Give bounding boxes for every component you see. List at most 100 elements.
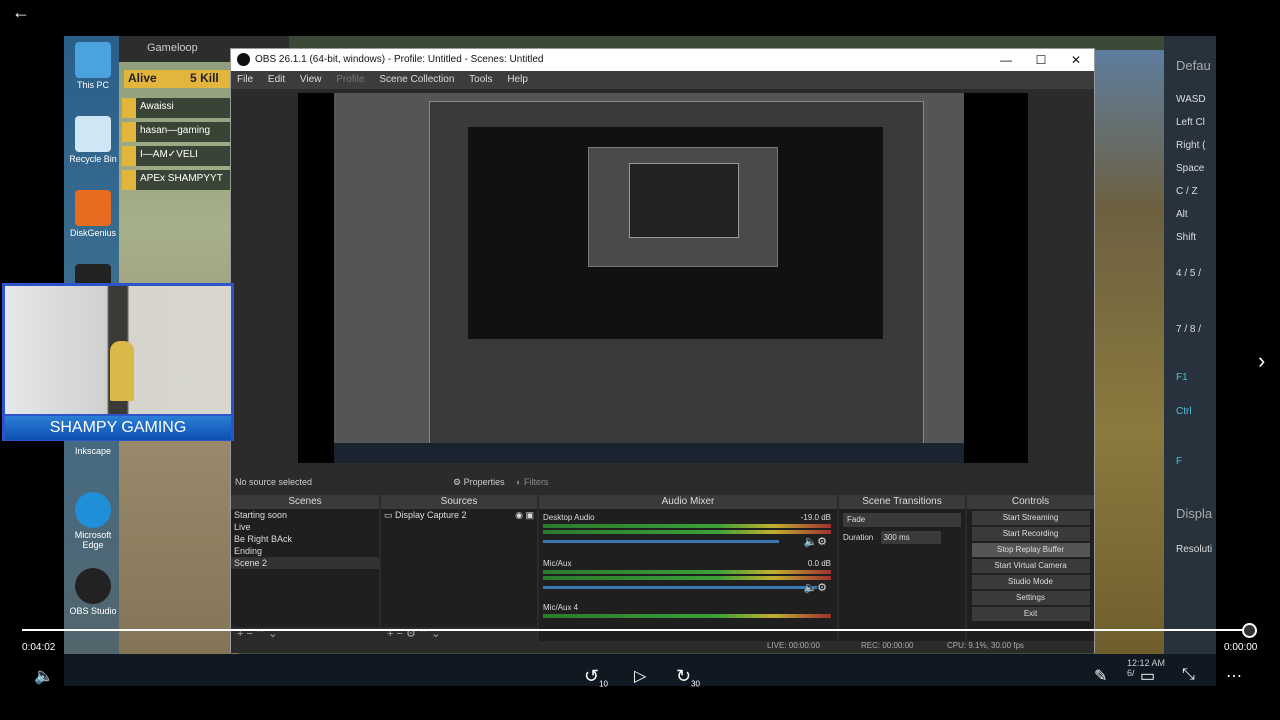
killfeed-item: APEx SHAMPYYT	[122, 170, 230, 190]
scene-item[interactable]: Starting soon	[231, 509, 379, 521]
source-toolbar: No source selected ⚙ Properties ◐ Filter…	[231, 473, 1094, 491]
window-title: OBS 26.1.1 (64-bit, windows) - Profile: …	[255, 54, 544, 65]
current-time: 0:04:02	[22, 642, 56, 653]
back-arrow-icon[interactable]: ←	[12, 2, 32, 22]
mixer-header: Audio Mixer	[539, 495, 837, 509]
monitor-icon: ▭	[384, 510, 393, 520]
studio-mode-button[interactable]: Studio Mode	[971, 575, 1090, 589]
stop-replay-buffer-button[interactable]: Stop Replay Buffer	[971, 543, 1090, 557]
menu-profile[interactable]: Profile	[330, 71, 370, 88]
rewind-icon[interactable]: ↺10	[584, 666, 608, 689]
obs-window: OBS 26.1.1 (64-bit, windows) - Profile: …	[230, 48, 1095, 653]
visibility-eye-icon[interactable]: ◉ ▣	[515, 510, 534, 521]
volume-slider[interactable]	[543, 586, 817, 589]
volume-slider[interactable]	[543, 540, 780, 543]
nested-obs-window-2	[588, 147, 778, 267]
forward-icon[interactable]: ↻30	[676, 666, 700, 689]
duration-row: Duration 300 ms	[843, 531, 961, 544]
filters-button[interactable]: ◐ Filters	[516, 477, 548, 487]
pen-icon[interactable]: ✎	[1094, 666, 1107, 686]
nested-preview	[468, 127, 883, 339]
obs-logo-icon	[237, 53, 250, 66]
close-button[interactable]: ✕	[1061, 51, 1091, 69]
controls-panel: Controls Start Streaming Start Recording…	[967, 495, 1094, 641]
exit-button[interactable]: Exit	[971, 607, 1090, 621]
transition-select[interactable]: Fade	[843, 513, 961, 527]
nested-preview-2	[629, 163, 739, 238]
scenes-header: Scenes	[231, 495, 379, 509]
transitions-header: Scene Transitions	[839, 495, 965, 509]
start-virtual-camera-button[interactable]: Start Virtual Camera	[971, 559, 1090, 573]
obs-studio-icon[interactable]: OBS Studio	[67, 568, 119, 616]
seek-bar[interactable]	[22, 629, 1250, 631]
killfeed-item: hasan—gaming	[122, 122, 230, 142]
menu-tools[interactable]: Tools	[463, 71, 498, 88]
diskgenius-icon[interactable]: DiskGenius	[67, 190, 119, 238]
minimize-button[interactable]: —	[991, 51, 1021, 69]
exit-fullscreen-icon[interactable]: ⤡	[1182, 666, 1195, 684]
mixer-channel: Mic/Aux 4	[543, 603, 831, 618]
properties-button[interactable]: ⚙ Properties	[453, 477, 505, 488]
sources-panel: Sources ▭ Display Capture 2 ◉ ▣ + − ⚙ ⌃ …	[381, 495, 537, 641]
transitions-panel: Scene Transitions Fade Duration 300 ms	[839, 495, 965, 641]
play-icon[interactable]: ▷	[634, 666, 646, 686]
live-status: LIVE: 00:00:00	[767, 641, 820, 650]
more-options-icon[interactable]: ⋯	[1226, 666, 1242, 686]
menu-help[interactable]: Help	[501, 71, 534, 88]
controls-header: Controls	[967, 495, 1094, 509]
menu-bar: File Edit View Profile Scene Collection …	[231, 71, 1094, 89]
captions-icon[interactable]: ▭	[1140, 666, 1155, 686]
mixer-channel: Desktop Audio -19.0 dB 🔈⚙	[543, 513, 831, 548]
audio-mixer-panel: Audio Mixer Desktop Audio -19.0 dB 🔈⚙ Mic…	[539, 495, 837, 641]
keymap-panel: Defau WASD Left Cl Right ( Space C / Z A…	[1164, 36, 1216, 686]
next-chevron-icon[interactable]: ›	[1258, 348, 1265, 374]
person-figure	[110, 341, 134, 401]
obs-title-bar: OBS 26.1.1 (64-bit, windows) - Profile: …	[231, 49, 1094, 71]
killfeed-item: I—AM✓VELI	[122, 146, 230, 166]
menu-scene-collection[interactable]: Scene Collection	[373, 71, 460, 88]
scene-item[interactable]: Live	[231, 521, 379, 533]
speaker-icon[interactable]: 🔈⚙	[803, 535, 827, 548]
seek-progress	[22, 629, 1243, 631]
scene-item[interactable]: Be Right BAck	[231, 533, 379, 545]
game-background-right	[1094, 50, 1164, 686]
menu-file[interactable]: File	[231, 71, 259, 88]
scene-item[interactable]: Ending	[231, 545, 379, 557]
recursive-preview	[334, 93, 964, 463]
status-bar: LIVE: 00:00:00 REC: 00:00:00 CPU: 9.1%, …	[231, 641, 1094, 653]
inkscape-icon[interactable]: Inkscape	[67, 446, 119, 456]
no-source-label: No source selected	[235, 477, 313, 487]
alive-counter: Alive 5 Kill	[124, 70, 234, 88]
preview-canvas[interactable]	[298, 93, 1028, 463]
level-meter	[543, 524, 831, 528]
scenes-panel: Scenes Starting soon Live Be Right BAck …	[231, 495, 379, 641]
volume-icon[interactable]: 🔈	[34, 666, 54, 686]
menu-edit[interactable]: Edit	[262, 71, 291, 88]
video-frame: This PC Recycle Bin DiskGenius Inkscape …	[64, 36, 1216, 686]
edge-icon[interactable]: Microsoft Edge	[67, 492, 119, 550]
start-recording-button[interactable]: Start Recording	[971, 527, 1090, 541]
scene-item-selected[interactable]: Scene 2	[231, 557, 379, 569]
recycle-bin-icon[interactable]: Recycle Bin	[67, 116, 119, 164]
duration-input[interactable]: 300 ms	[881, 531, 942, 544]
sources-header: Sources	[381, 495, 537, 509]
seek-thumb[interactable]	[1242, 623, 1257, 638]
source-item[interactable]: ▭ Display Capture 2 ◉ ▣	[381, 509, 537, 522]
nested-obs-window	[429, 101, 924, 446]
webcam-image	[5, 286, 231, 414]
level-meter	[543, 576, 831, 580]
level-meter	[543, 614, 831, 618]
speaker-icon[interactable]: 🔈⚙	[803, 581, 827, 594]
rec-status: REC: 00:00:00	[861, 641, 914, 650]
nested-taskbar	[334, 443, 964, 463]
start-streaming-button[interactable]: Start Streaming	[971, 511, 1090, 525]
level-meter	[543, 530, 831, 534]
maximize-button[interactable]: ☐	[1026, 51, 1056, 69]
webcam-caption: SHAMPY GAMING	[5, 416, 231, 440]
total-time: 0:00:00	[1224, 642, 1258, 653]
this-pc-icon[interactable]: This PC	[67, 42, 119, 90]
settings-button[interactable]: Settings	[971, 591, 1090, 605]
menu-view[interactable]: View	[294, 71, 328, 88]
level-meter	[543, 570, 831, 574]
mixer-channel: Mic/Aux 0.0 dB 🔈⚙	[543, 559, 831, 594]
